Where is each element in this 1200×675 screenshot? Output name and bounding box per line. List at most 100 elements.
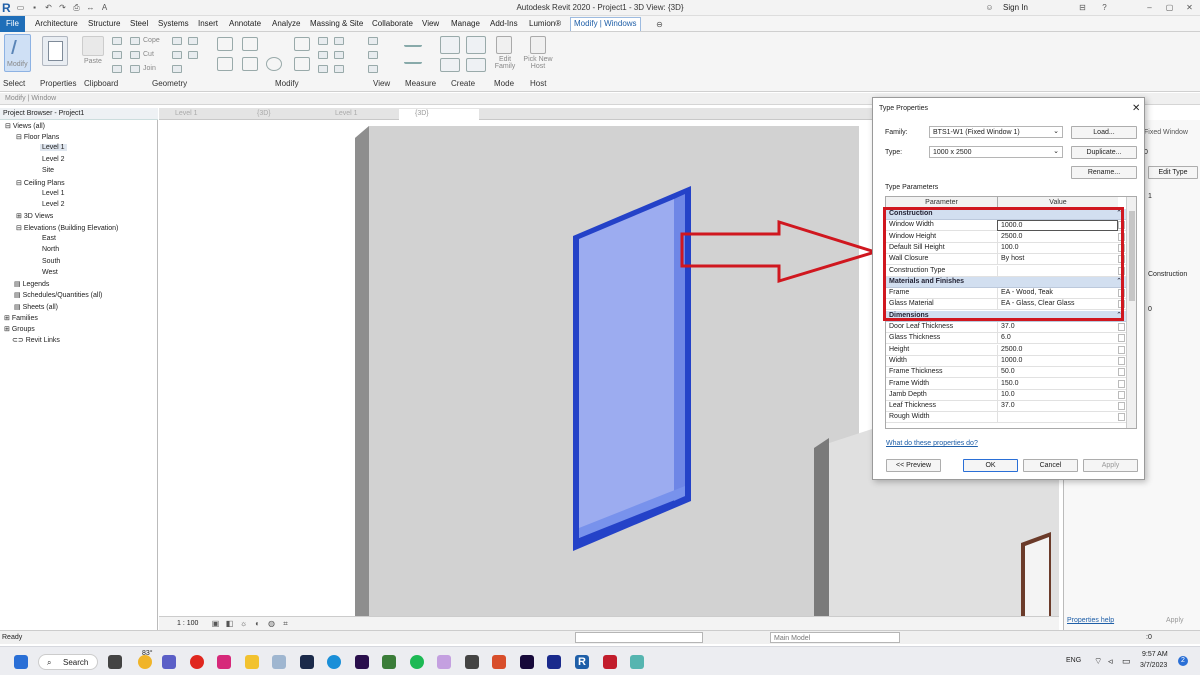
- tab-level-1[interactable]: Level 1: [159, 109, 200, 120]
- tab-modify-windows[interactable]: Modify | Windows: [570, 17, 641, 31]
- tree-south[interactable]: South: [42, 258, 60, 265]
- tab-view[interactable]: View: [419, 18, 442, 30]
- split-icon[interactable]: [318, 37, 328, 45]
- scroll-thumb[interactable]: [1129, 211, 1135, 301]
- match-icon[interactable]: [112, 65, 122, 73]
- tab-structure[interactable]: Structure: [85, 18, 123, 30]
- edge-icon[interactable]: [327, 655, 341, 669]
- photoshop-icon[interactable]: [547, 655, 561, 669]
- workset-dropdown[interactable]: [575, 632, 703, 643]
- powerpoint-icon[interactable]: [492, 655, 506, 669]
- tab-massing-site[interactable]: Massing & Site: [307, 18, 366, 30]
- edit-family-label[interactable]: Edit Family: [491, 56, 519, 70]
- close-icon[interactable]: ✕: [1185, 3, 1194, 12]
- param-row[interactable]: Rough Width: [886, 412, 1126, 424]
- remove-paint-icon[interactable]: [188, 51, 198, 59]
- pick-new-host-label[interactable]: Pick New Host: [520, 56, 556, 70]
- tree-ceiling-plans[interactable]: ⊟ Ceiling Plans: [16, 179, 65, 187]
- excel-icon[interactable]: [382, 655, 396, 669]
- cut-clip-icon[interactable]: [112, 51, 122, 59]
- cut-geometry-icon[interactable]: [130, 51, 140, 59]
- param-value[interactable]: 37.0: [997, 322, 1118, 333]
- volume-icon[interactable]: ◃: [1108, 656, 1113, 667]
- help-icon[interactable]: ?: [1100, 3, 1109, 12]
- param-value[interactable]: 6.0: [997, 333, 1118, 345]
- join-label[interactable]: Join: [143, 65, 156, 72]
- rename-button[interactable]: Rename...: [1071, 166, 1137, 179]
- formula-cell[interactable]: [1118, 402, 1125, 411]
- tab-steel[interactable]: Steel: [127, 18, 151, 30]
- autocad-icon[interactable]: [603, 655, 617, 669]
- tree-views-all[interactable]: ⊟ Views (all): [5, 122, 45, 130]
- windows-start-icon[interactable]: [14, 655, 28, 669]
- param-row[interactable]: Door Leaf Thickness 37.0: [886, 322, 1126, 333]
- tree-revit-links[interactable]: ⊂⊃ Revit Links: [12, 336, 60, 344]
- split-face-icon[interactable]: [172, 37, 182, 45]
- measure-icon-ribbon[interactable]: [404, 37, 422, 47]
- tab-lumion[interactable]: Lumion®: [526, 18, 564, 30]
- linework-icon[interactable]: [368, 65, 378, 73]
- battery-icon[interactable]: ▭: [1122, 656, 1131, 667]
- visual-style-icon[interactable]: ◧: [225, 619, 234, 628]
- maximize-icon[interactable]: ▢: [1165, 3, 1174, 12]
- tree-sheets[interactable]: ▤ Sheets (all): [14, 303, 58, 311]
- param-row[interactable]: Frame Width 150.0: [886, 378, 1126, 390]
- ok-button[interactable]: OK: [963, 459, 1018, 472]
- revit-taskbar-icon[interactable]: R: [575, 655, 589, 669]
- formula-cell[interactable]: [1118, 356, 1125, 365]
- param-value[interactable]: 150.0: [997, 378, 1118, 390]
- instagram-icon[interactable]: [217, 655, 231, 669]
- tree-floor-plans[interactable]: ⊟ Floor Plans: [16, 133, 59, 141]
- param-row[interactable]: Height 2500.0: [886, 344, 1126, 356]
- tab-systems[interactable]: Systems: [155, 18, 192, 30]
- clock-date[interactable]: 3/7/2023: [1140, 662, 1167, 669]
- formula-cell[interactable]: [1118, 323, 1125, 331]
- tab-3d-view[interactable]: {3D}: [241, 109, 273, 120]
- view-scale[interactable]: 1 : 100: [177, 620, 198, 627]
- edit-type-button[interactable]: Edit Type: [1148, 166, 1198, 179]
- formula-cell[interactable]: [1118, 345, 1125, 354]
- spotify-icon[interactable]: [410, 655, 424, 669]
- load-button[interactable]: Load...: [1071, 126, 1137, 139]
- opera-icon[interactable]: [190, 655, 204, 669]
- unpin-icon[interactable]: [318, 65, 328, 73]
- create-group-icon[interactable]: [440, 58, 460, 72]
- shadows-icon[interactable]: ◐: [253, 619, 262, 628]
- grid-scrollbar[interactable]: [1126, 197, 1136, 428]
- param-row[interactable]: Jamb Depth 10.0: [886, 389, 1126, 401]
- join-icon[interactable]: [130, 65, 140, 73]
- duplicate-button[interactable]: Duplicate...: [1071, 146, 1137, 159]
- cope-icon[interactable]: [130, 37, 140, 45]
- tree-north[interactable]: North: [42, 246, 59, 253]
- video-player-icon[interactable]: [465, 655, 479, 669]
- search-box[interactable]: ⌕ Search: [38, 654, 98, 670]
- tree-3d-views[interactable]: ⊞ 3D Views: [16, 212, 53, 220]
- tab-manage[interactable]: Manage: [448, 18, 483, 30]
- crop-icon[interactable]: ⌗: [281, 619, 290, 628]
- param-value[interactable]: 2500.0: [997, 344, 1118, 356]
- dimension-icon[interactable]: [404, 54, 422, 64]
- apply-button[interactable]: Apply: [1083, 459, 1138, 472]
- props-apply-button[interactable]: Apply: [1166, 617, 1184, 624]
- formula-cell[interactable]: [1118, 379, 1125, 388]
- wall-joins-icon[interactable]: [188, 37, 198, 45]
- sign-in-link[interactable]: Sign In: [1003, 3, 1028, 12]
- mirror-icon[interactable]: [294, 37, 310, 51]
- delete-icon[interactable]: [334, 65, 344, 73]
- formula-cell[interactable]: [1118, 368, 1125, 377]
- formula-cell[interactable]: [1118, 413, 1125, 422]
- media-icon[interactable]: [437, 655, 451, 669]
- tree-east[interactable]: East: [42, 235, 56, 242]
- contextual-dropdown-icon[interactable]: ⊖: [655, 20, 664, 29]
- trim-icon[interactable]: [294, 57, 310, 71]
- array-icon[interactable]: [334, 37, 344, 45]
- detail-level-icon[interactable]: ▣: [211, 619, 220, 628]
- create-assembly-icon[interactable]: [440, 36, 460, 54]
- scale-icon[interactable]: [318, 51, 328, 59]
- render-icon[interactable]: ◍: [267, 619, 276, 628]
- cope-label[interactable]: Cope: [143, 37, 160, 44]
- cancel-button[interactable]: Cancel: [1023, 459, 1078, 472]
- param-row[interactable]: Glass Thickness 6.0: [886, 333, 1126, 345]
- cart-icon[interactable]: ⊟: [1078, 3, 1087, 12]
- tab-file[interactable]: File: [0, 16, 25, 32]
